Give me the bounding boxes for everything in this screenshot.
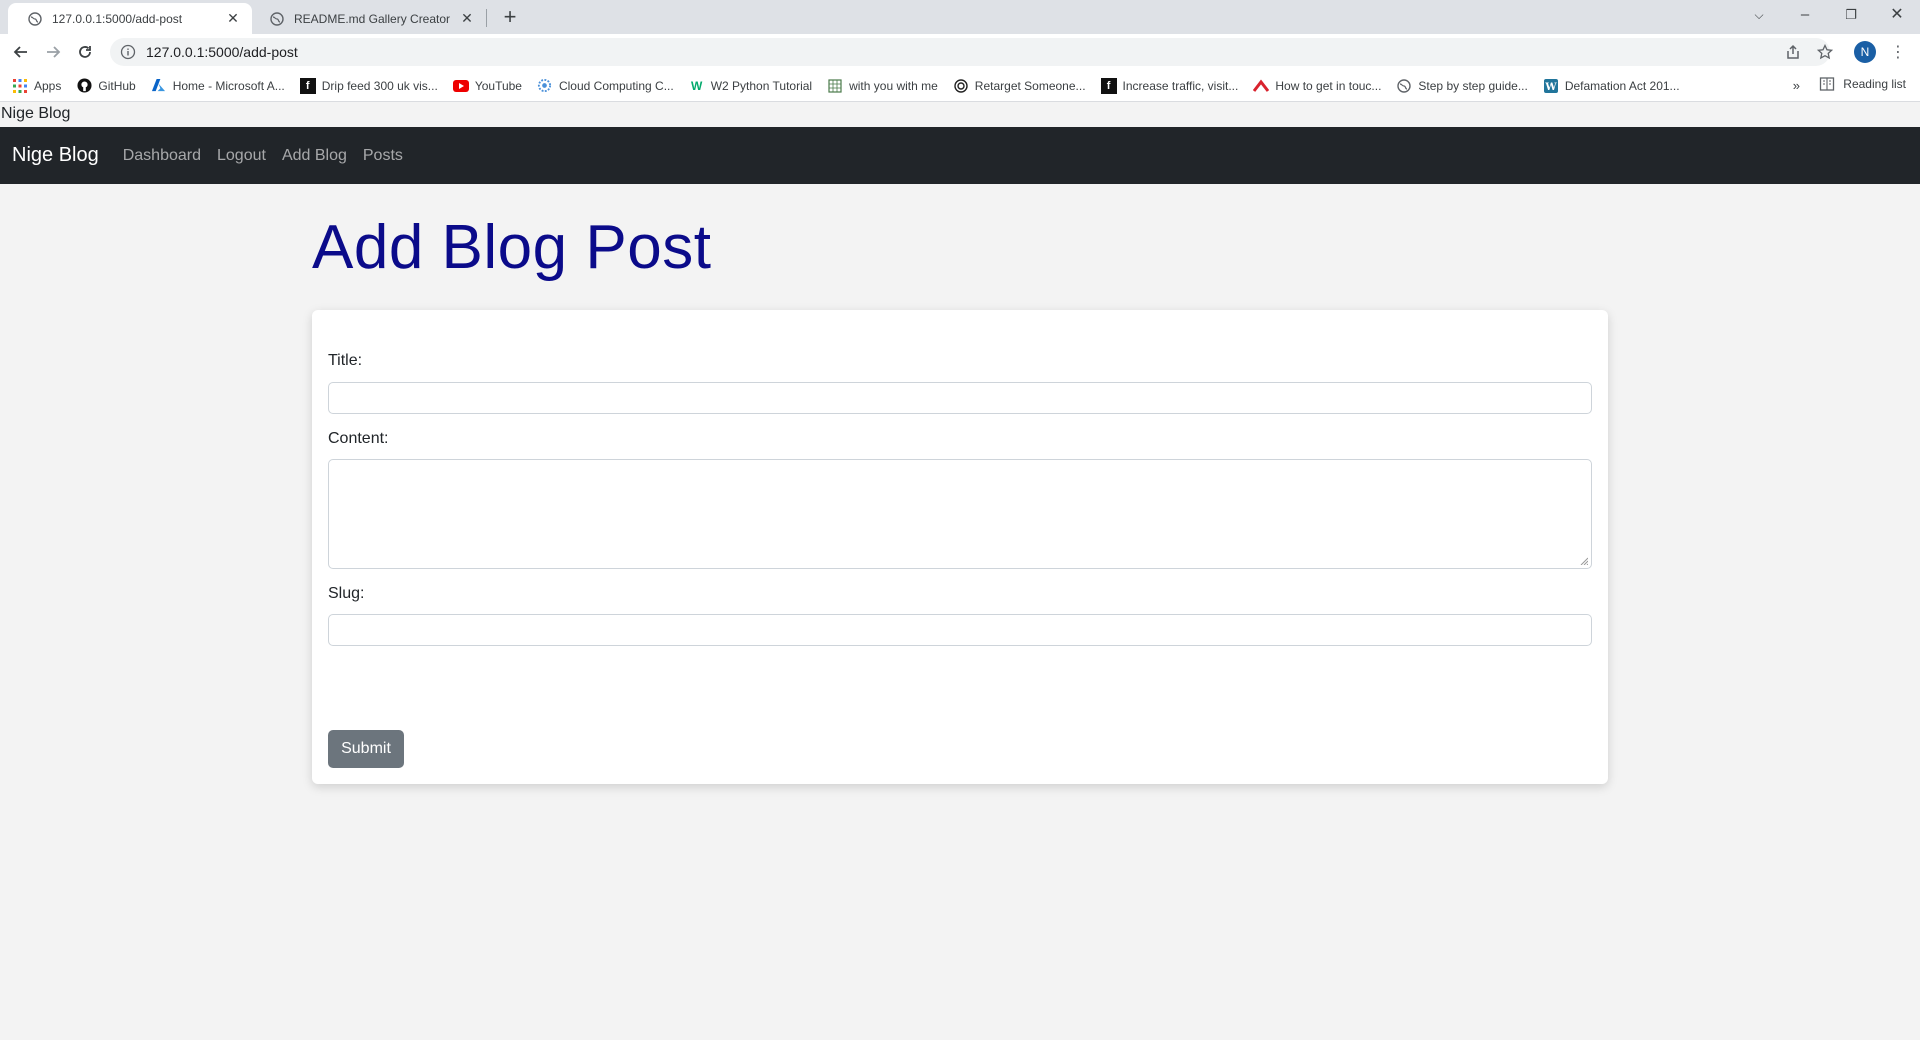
cloud-gear-icon [537, 78, 553, 94]
bookmark-apps[interactable]: Apps [12, 78, 61, 94]
bookmark-increase-traffic[interactable]: f Increase traffic, visit... [1100, 77, 1239, 94]
forward-arrow-icon [47, 46, 61, 58]
bookmark-how-to-get-in-touch[interactable]: How to get in touc... [1253, 78, 1381, 94]
page-top-text: Nige Blog [1, 105, 71, 123]
reload-icon [79, 46, 91, 58]
bookmark-with-you-with-me[interactable]: with you with me [827, 78, 938, 94]
f-square-icon: f [299, 77, 316, 94]
apps-grid-icon [12, 78, 28, 94]
bookmark-label: Increase traffic, visit... [1122, 78, 1239, 93]
tab-separator [486, 9, 487, 27]
bookmark-label: Defamation Act 201... [1564, 78, 1680, 93]
share-icon[interactable] [1780, 40, 1806, 64]
profile-avatar[interactable]: N [1852, 40, 1878, 64]
bookmark-star-icon[interactable] [1812, 40, 1838, 64]
grid-page-icon [827, 78, 843, 94]
navbar-brand[interactable]: Nige Blog [12, 144, 99, 167]
tab-title: README.md Gallery Creator for G [294, 11, 450, 26]
w3-icon: W [691, 78, 703, 93]
bookmark-label: Home - Microsoft A... [172, 78, 285, 93]
nav-link-add-blog[interactable]: Add Blog [282, 147, 347, 165]
bookmark-label: Step by step guide... [1418, 78, 1528, 93]
bookmark-drip-feed[interactable]: f Drip feed 300 uk vis... [299, 77, 438, 94]
globe-icon [28, 11, 42, 26]
site-navbar: Nige Blog Dashboard Logout Add Blog Post… [0, 127, 1920, 184]
target-icon [953, 78, 969, 94]
bookmark-label: GitHub [98, 78, 136, 93]
add-post-form-card: Title: Content: Slug: Submit [312, 310, 1608, 784]
back-arrow-icon [13, 46, 27, 58]
reading-list-label: Reading list [1843, 77, 1906, 91]
bookmark-label: Retarget Someone... [974, 78, 1086, 93]
profile-initial: N [1854, 41, 1876, 63]
bookmark-cloud-computing[interactable]: Cloud Computing C... [537, 78, 674, 94]
forward-button[interactable] [40, 40, 66, 64]
more-bookmarks-icon[interactable]: » [1793, 78, 1800, 93]
title-label: Title: [328, 352, 363, 369]
bookmark-label: with you with me [849, 78, 938, 93]
title-input[interactable] [328, 382, 1592, 414]
bookmark-label: YouTube [474, 78, 522, 93]
resize-handle-icon[interactable] [1580, 557, 1588, 565]
nav-link-dashboard[interactable]: Dashboard [123, 147, 201, 165]
site-info-icon[interactable] [120, 44, 136, 60]
bookmark-github[interactable]: GitHub [76, 78, 136, 94]
azure-icon [151, 78, 167, 94]
bookmark-youtube[interactable]: YouTube [452, 78, 522, 94]
svg-text:W: W [1544, 82, 1557, 93]
nav-link-posts[interactable]: Posts [363, 147, 403, 165]
bookmark-label: How to get in touc... [1275, 78, 1382, 93]
f-square-icon: f [1100, 77, 1117, 94]
globe-icon [270, 11, 284, 26]
tab-strip: 127.0.0.1:5000/add-post ✕ README.md Gall… [0, 0, 1920, 34]
content-label: Content: [328, 430, 389, 447]
wordpress-icon: W [1543, 78, 1559, 94]
bookmark-label: W2 Python Tutorial [710, 78, 813, 93]
page-content: Nige Blog Nige Blog Dashboard Logout Add… [0, 102, 1920, 1040]
content-textarea[interactable] [328, 459, 1592, 569]
reading-list-button[interactable]: Reading list [1819, 76, 1906, 92]
close-tab-icon[interactable]: ✕ [458, 10, 476, 27]
menu-kebab-icon[interactable]: ⋮ [1886, 40, 1910, 64]
reload-button[interactable] [72, 40, 98, 64]
slug-label: Slug: [328, 585, 365, 602]
slug-input[interactable] [328, 614, 1592, 646]
bookmark-step-by-step[interactable]: Step by step guide... [1396, 78, 1528, 94]
url-text: 127.0.0.1:5000/add-post [146, 44, 298, 60]
nav-link-logout[interactable]: Logout [217, 147, 266, 165]
minimize-icon[interactable]: – [1782, 0, 1828, 30]
bookmark-label: Cloud Computing C... [558, 78, 674, 93]
bookmark-label: Drip feed 300 uk vis... [321, 78, 438, 93]
close-tab-icon[interactable]: ✕ [224, 10, 242, 27]
red-chevron-icon [1253, 78, 1270, 94]
bookmark-retarget[interactable]: Retarget Someone... [953, 78, 1086, 94]
tab-readme[interactable]: README.md Gallery Creator for G ✕ [250, 3, 486, 34]
address-bar[interactable]: 127.0.0.1:5000/add-post [110, 38, 1830, 66]
bookmarks-bar: Apps GitHub Home - Microsoft A... f Drip… [0, 70, 1920, 102]
restore-icon[interactable]: ❐ [1828, 0, 1874, 30]
back-button[interactable] [8, 40, 34, 64]
bookmark-w3-python[interactable]: W W2 Python Tutorial [689, 78, 812, 94]
close-window-icon[interactable]: ✕ [1874, 0, 1920, 30]
tab-search-icon[interactable]: ⌵ [1736, 0, 1782, 30]
submit-button[interactable]: Submit [328, 730, 404, 768]
tab-add-post[interactable]: 127.0.0.1:5000/add-post ✕ [8, 3, 252, 34]
youtube-icon [452, 78, 469, 94]
github-icon [76, 78, 92, 94]
browser-toolbar: 127.0.0.1:5000/add-post N ⋮ [0, 34, 1920, 70]
new-tab-button[interactable]: + [496, 4, 524, 32]
reading-list-icon [1820, 77, 1835, 91]
bookmark-defamation-act[interactable]: W Defamation Act 201... [1543, 78, 1680, 94]
bookmark-label: Apps [34, 78, 62, 93]
page-title: Add Blog Post [312, 213, 712, 282]
globe-icon [1396, 78, 1412, 94]
bookmark-microsoft-azure[interactable]: Home - Microsoft A... [151, 78, 285, 94]
tab-title: 127.0.0.1:5000/add-post [52, 11, 183, 26]
